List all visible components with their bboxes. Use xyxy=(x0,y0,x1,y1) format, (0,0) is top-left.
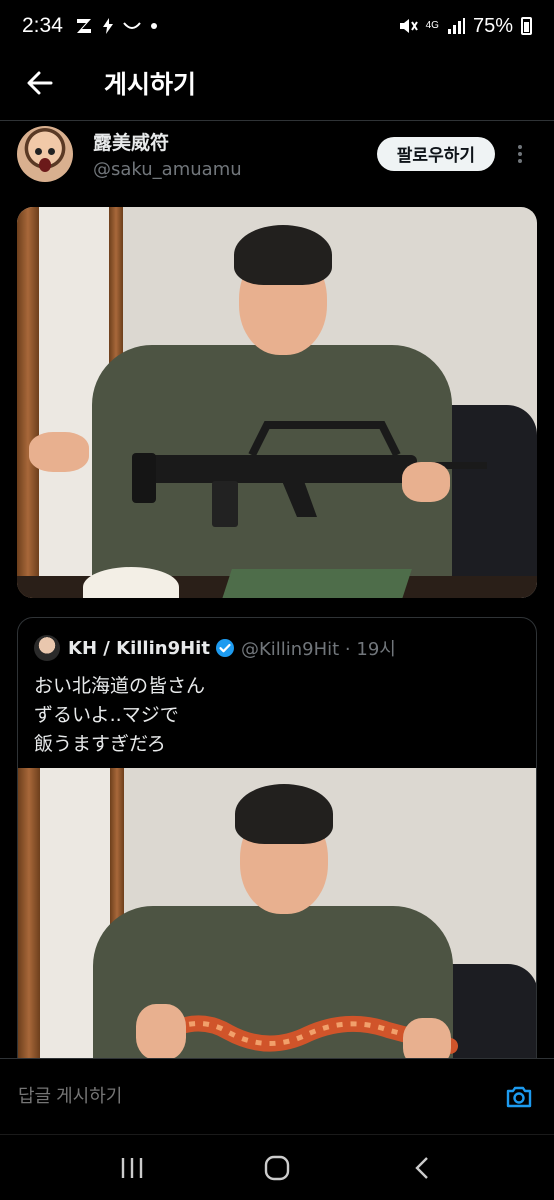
camera-button[interactable] xyxy=(502,1080,536,1114)
chevron-left-icon xyxy=(414,1156,428,1179)
home-button[interactable] xyxy=(247,1143,307,1193)
status-right: 4G 75% xyxy=(398,15,532,38)
person-hair xyxy=(235,784,333,844)
quoted-post[interactable]: KH / Killin9Hit @Killin9Hit · 19시 おい北海道の… xyxy=(17,617,537,1077)
post-author-row: 露美威符 @saku_amuamu 팔로우하기 xyxy=(0,120,554,186)
plate xyxy=(222,569,412,598)
recent-apps-button[interactable] xyxy=(102,1143,162,1193)
photo-scene xyxy=(18,768,536,1076)
battery-icon xyxy=(521,17,532,35)
dot-icon xyxy=(150,23,157,29)
network-type: 4G xyxy=(425,20,439,31)
avatar-mouth xyxy=(39,157,51,172)
author-display-name[interactable]: 露美威符 xyxy=(93,128,242,155)
system-back-button[interactable] xyxy=(392,1143,452,1193)
system-nav-bar xyxy=(0,1134,554,1200)
app-header: 게시하기 xyxy=(0,52,554,114)
quoted-post-photo[interactable] xyxy=(18,768,536,1076)
reply-bar xyxy=(0,1058,554,1134)
quoted-post-header: KH / Killin9Hit @Killin9Hit · 19시 xyxy=(18,618,536,664)
page-title: 게시하기 xyxy=(104,70,197,99)
quoted-author-name: KH / Killin9Hit xyxy=(68,637,210,659)
app-notification-icon xyxy=(76,19,91,33)
author-avatar[interactable] xyxy=(17,125,73,182)
author-names: 露美威符 @saku_amuamu xyxy=(93,128,242,180)
arrow-left-icon xyxy=(27,71,53,95)
recents-icon xyxy=(122,1157,143,1178)
smile-icon xyxy=(123,22,141,29)
quoted-post-text: おい北海道の皆さん ずるいよ..マジで 飯うますぎだろ xyxy=(18,664,536,759)
more-options-button[interactable] xyxy=(503,137,537,171)
wood-frame xyxy=(18,768,40,1076)
quoted-text-line: おい北海道の皆さん xyxy=(34,675,206,697)
quoted-text-line: ずるいよ..マジで xyxy=(34,704,179,726)
person-hair xyxy=(234,225,332,285)
author-handle[interactable]: @saku_amuamu xyxy=(93,159,242,180)
home-icon xyxy=(264,1155,290,1180)
back-button[interactable] xyxy=(0,52,80,114)
right-hand xyxy=(402,462,450,502)
status-time: 2:34 xyxy=(22,14,63,37)
post-photo[interactable] xyxy=(17,207,537,598)
reply-input[interactable] xyxy=(18,1086,250,1107)
wood-frame xyxy=(17,207,39,598)
avatar-eye xyxy=(48,147,55,155)
quoted-author-handle: @Killin9Hit · 19시 xyxy=(240,639,396,660)
photo-scene xyxy=(17,207,537,598)
charging-bolt-icon xyxy=(102,18,113,34)
status-bar: 2:34 4G 75% xyxy=(0,0,554,52)
battery-percent: 75% xyxy=(472,14,513,37)
follow-button[interactable]: 팔로우하기 xyxy=(376,136,495,171)
avatar-eye xyxy=(35,147,42,155)
left-hand xyxy=(29,432,89,472)
camera-icon xyxy=(506,1086,532,1107)
quoted-author-avatar xyxy=(34,635,60,661)
signal-icon xyxy=(447,18,465,34)
more-vertical-icon xyxy=(518,144,522,163)
mute-icon xyxy=(399,19,418,33)
left-hand xyxy=(136,1004,186,1060)
verified-badge-icon xyxy=(215,639,234,657)
status-notification-icons xyxy=(75,17,157,35)
quoted-text-line: 飯うますぎだろ xyxy=(34,733,166,755)
